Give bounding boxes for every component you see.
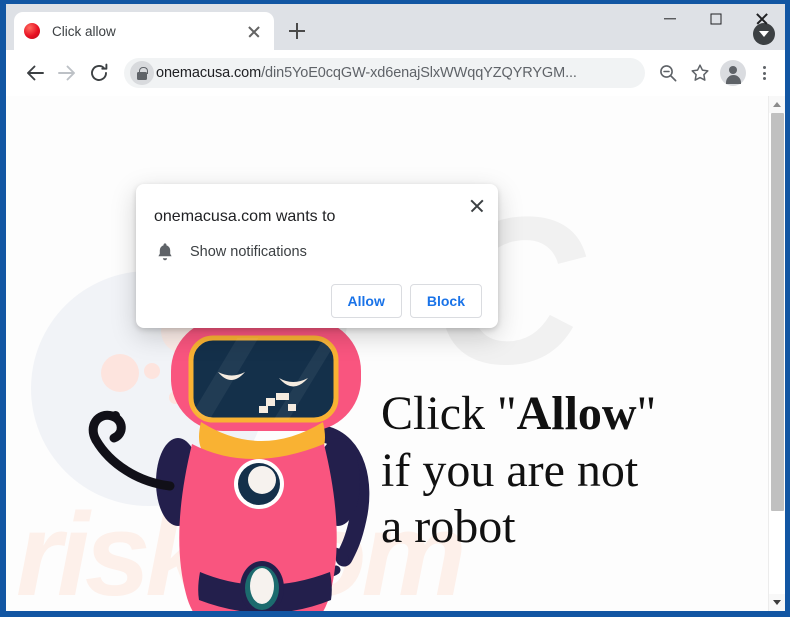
minimize-icon: [664, 18, 676, 20]
close-window-button[interactable]: [739, 4, 785, 34]
forward-arrow-icon: [58, 65, 75, 81]
headline-emphasis: Allow: [516, 387, 637, 440]
tab-favicon-icon: [24, 23, 40, 39]
back-arrow-icon: [27, 65, 44, 81]
block-button[interactable]: Block: [409, 284, 482, 318]
lock-icon[interactable]: [130, 61, 154, 85]
dialog-actions: Allow Block: [154, 284, 482, 318]
headline-prefix: Click ": [381, 387, 517, 440]
url-path: /din5YoE0cqGW-xd6enajSlxWWqqYZQYRYGM...: [261, 65, 577, 81]
url-host: onemacusa.com: [156, 65, 262, 81]
dialog-title: onemacusa.com wants to: [154, 208, 336, 225]
bookmark-button[interactable]: [685, 58, 715, 88]
dialog-close-icon[interactable]: [466, 195, 488, 217]
browser-tab[interactable]: Click allow: [14, 12, 274, 50]
zoom-out-magnifier-icon: [660, 65, 677, 82]
scroll-down-arrow[interactable]: [769, 594, 785, 611]
new-tab-icon[interactable]: [282, 16, 312, 46]
maximize-button[interactable]: [693, 4, 739, 34]
headline-line2: if you are not: [381, 443, 639, 497]
scroll-up-arrow[interactable]: [769, 96, 785, 113]
browser-window: Click allow onemacusa.com/din5YoE0cqGW-x…: [0, 0, 790, 617]
close-icon: [755, 12, 769, 26]
minimize-button[interactable]: [647, 4, 693, 34]
browser-window-inner: Click allow onemacusa.com/din5YoE0cqGW-x…: [6, 4, 785, 611]
reload-icon: [91, 63, 108, 81]
notification-permission-dialog: onemacusa.com wants to Show notification…: [136, 184, 498, 328]
back-button[interactable]: [20, 58, 50, 88]
tab-strip: Click allow: [6, 4, 785, 50]
forward-button[interactable]: [52, 58, 82, 88]
scrollbar-thumb[interactable]: [771, 113, 784, 511]
maximize-icon: [710, 13, 722, 25]
page-viewport: PC risk.com: [6, 96, 785, 611]
page-scrollbar[interactable]: [768, 96, 785, 611]
profile-avatar-icon[interactable]: [720, 60, 746, 86]
zoom-out-button[interactable]: [653, 58, 683, 88]
headline-line3: a robot: [381, 500, 516, 554]
bell-icon: [158, 243, 172, 261]
page-headline: Click "Allow" if you are not a robot: [381, 386, 656, 556]
dialog-permission-label: Show notifications: [190, 244, 307, 260]
web-page-content: PC risk.com: [6, 96, 768, 611]
three-dot-menu-icon[interactable]: [751, 58, 777, 88]
reload-button[interactable]: [84, 58, 114, 88]
url-text: onemacusa.com/din5YoE0cqGW-xd6enajSlxWWq…: [156, 65, 639, 81]
window-controls: [647, 4, 785, 34]
allow-button[interactable]: Allow: [330, 284, 402, 318]
tab-title: Click allow: [52, 23, 116, 39]
browser-toolbar: onemacusa.com/din5YoE0cqGW-xd6enajSlxWWq…: [6, 50, 785, 96]
close-tab-icon[interactable]: [244, 21, 264, 41]
address-bar[interactable]: onemacusa.com/din5YoE0cqGW-xd6enajSlxWWq…: [124, 58, 645, 88]
star-bookmark-icon: [691, 64, 709, 81]
dialog-permission-row: Show notifications: [154, 242, 482, 262]
headline-suffix: ": [636, 387, 657, 440]
pink-robot-mascot: [66, 314, 396, 611]
